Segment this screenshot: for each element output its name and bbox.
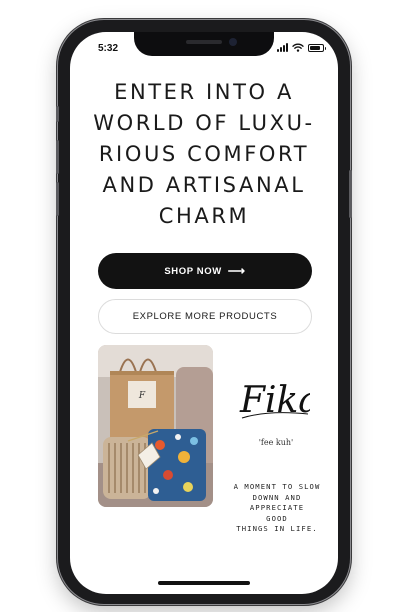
arrow-right-icon: ⟶ bbox=[227, 264, 246, 278]
cellular-signal-icon bbox=[277, 43, 288, 52]
status-icons bbox=[277, 43, 326, 52]
brand-tagline: A MOMENT TO SLOW DOWNN AND APPRECIATE GO… bbox=[233, 482, 321, 533]
product-image: F bbox=[98, 345, 213, 507]
explore-more-products-button[interactable]: EXPLORE MORE PRODUCTS bbox=[98, 299, 312, 334]
gift-bag-photo: F bbox=[98, 345, 213, 507]
explore-label: EXPLORE MORE PRODUCTS bbox=[132, 311, 278, 322]
volume-down-button bbox=[56, 182, 59, 216]
speaker-grille bbox=[186, 40, 222, 44]
fika-logo: Fika bbox=[239, 380, 310, 421]
phone-screen: 5:32 ENTER INTO A WORLD OF LUXU- RIOUS C… bbox=[70, 32, 338, 594]
home-indicator[interactable] bbox=[158, 581, 250, 585]
shop-now-label: SHOP NOW bbox=[164, 265, 222, 277]
volume-up-button bbox=[56, 140, 59, 174]
battery-icon bbox=[308, 44, 326, 52]
svg-text:F: F bbox=[138, 391, 146, 401]
pronunciation: 'fee kuh' bbox=[258, 438, 294, 447]
wifi-icon bbox=[292, 43, 304, 52]
notch bbox=[134, 32, 274, 56]
shop-now-button[interactable]: SHOP NOW ⟶ bbox=[98, 253, 312, 289]
status-time: 5:32 bbox=[98, 43, 119, 54]
front-camera bbox=[229, 38, 237, 46]
hero-headline: ENTER INTO A WORLD OF LUXU- RIOUS COMFOR… bbox=[93, 80, 315, 228]
power-button bbox=[349, 170, 352, 218]
silent-switch bbox=[56, 106, 59, 122]
fika-logo-text: Fika bbox=[239, 380, 310, 421]
